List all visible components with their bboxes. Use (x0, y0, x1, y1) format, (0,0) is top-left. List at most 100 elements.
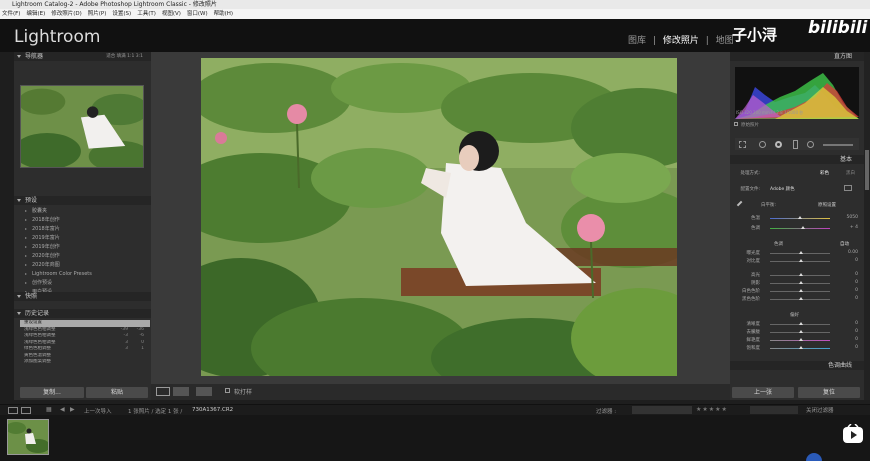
clarity-slider[interactable] (770, 330, 830, 333)
presets-list: 胶囊夹 2018年创作 2018年富片 2019年富片 2019年创作 2020年创作 20… (20, 207, 147, 297)
rating-filter-stars[interactable]: ★★★★★ (696, 406, 728, 413)
eyedropper-icon[interactable] (736, 200, 746, 210)
menu-item[interactable]: 工具(T) (137, 11, 156, 17)
contrast-value[interactable]: 0 (855, 258, 858, 263)
red-eye-icon[interactable] (775, 141, 782, 148)
history-step[interactable]: 添加图案调整 (20, 359, 150, 366)
saturation-slider[interactable] (770, 346, 830, 349)
exif-info: ISO 320 200 mm f / 2.8 1/1000 秒 (736, 110, 804, 115)
navigator-zoom-options[interactable]: 适合 填满 1:1 3:1 (106, 52, 143, 61)
before-after-split-icon[interactable] (196, 387, 212, 396)
tint-slider[interactable] (770, 226, 830, 229)
right-panel-scroll-thumb[interactable] (865, 150, 869, 190)
navigator-header[interactable]: 导航器 适合 填满 1:1 3:1 (14, 52, 151, 61)
history-step-label: 黄色色温调整 (24, 352, 51, 358)
wb-select[interactable]: 原照设置 (818, 202, 836, 208)
module-map[interactable]: 地图 (716, 36, 734, 46)
prev-arrow-icon[interactable]: ◀ (60, 406, 65, 413)
texture-value[interactable]: 0 (855, 321, 858, 326)
menu-item[interactable]: 照片(P) (88, 11, 107, 17)
screen-1-icon[interactable] (8, 407, 18, 414)
copy-button[interactable]: 复制... (20, 387, 84, 398)
loupe-view-icon[interactable] (156, 387, 170, 396)
history-header[interactable]: 历史记录 (14, 309, 151, 318)
module-library[interactable]: 图库 (628, 36, 646, 46)
menu-item[interactable]: 修改照片(D) (51, 11, 82, 17)
original-photo-checkbox[interactable] (734, 122, 738, 126)
before-after-icon[interactable] (173, 387, 189, 396)
right-panel-scrollbar[interactable] (864, 52, 870, 400)
tint-value[interactable]: + 4 (850, 225, 858, 230)
video-play-icon[interactable] (842, 423, 864, 444)
temp-slider[interactable] (770, 216, 830, 219)
spot-removal-icon[interactable] (759, 141, 766, 148)
history-step-label: 浅绿色色相调整 (24, 326, 56, 332)
saturation-value[interactable]: 0 (855, 345, 858, 350)
snapshots-header[interactable]: 快照 (14, 292, 151, 301)
temp-value[interactable]: 5050 (847, 215, 858, 220)
radial-filter-icon[interactable] (807, 141, 814, 148)
tone-auto-button[interactable]: 自动 (840, 241, 849, 247)
history-step-label: 浅绿色色相调整 (24, 333, 56, 338)
menu-item[interactable]: 文件(F) (2, 11, 20, 17)
preset-folder[interactable]: 创作预设 (20, 279, 147, 288)
snapshots-title: 快照 (25, 293, 38, 300)
preset-folder[interactable]: 2020年商图 (20, 261, 147, 270)
menu-item[interactable]: 帮助(H) (214, 11, 233, 17)
tone-curve-header[interactable]: 色调曲线 (730, 361, 864, 370)
blacks-slider[interactable] (770, 297, 830, 300)
preset-folder[interactable]: 胶囊夹 (20, 207, 147, 216)
menu-item[interactable]: 设置(S) (112, 11, 131, 17)
navigator-preview[interactable] (20, 85, 144, 168)
exposure-value[interactable]: 0.00 (848, 250, 858, 255)
shadows-value[interactable]: 0 (855, 280, 858, 285)
blacks-value[interactable]: 0 (855, 296, 858, 301)
source-label[interactable]: 上一次导入 (84, 407, 112, 415)
exposure-slider[interactable] (770, 251, 830, 254)
preset-folder[interactable]: 2019年创作 (20, 243, 147, 252)
contrast-slider[interactable] (770, 259, 830, 262)
preset-folder[interactable]: 2019年富片 (20, 234, 147, 243)
brush-icon[interactable] (823, 144, 853, 146)
screen-2-icon[interactable] (21, 407, 31, 414)
color-label-filter[interactable] (750, 406, 798, 414)
previous-button[interactable]: 上一张 (732, 387, 794, 398)
profile-browser-icon[interactable] (844, 185, 852, 191)
reset-button[interactable]: 复位 (798, 387, 860, 398)
paste-button[interactable]: 粘贴 (86, 387, 148, 398)
whites-value[interactable]: 0 (855, 288, 858, 293)
temp-label: 色温 (751, 216, 760, 221)
menu-item[interactable]: 窗口(W) (187, 11, 208, 17)
menu-item[interactable]: 编辑(E) (26, 11, 45, 17)
preset-folder[interactable]: 2020年创作 (20, 252, 147, 261)
main-photo[interactable] (201, 58, 677, 376)
vibrance-slider[interactable] (770, 338, 830, 341)
vibrance-value[interactable]: 0 (855, 337, 858, 342)
basic-header[interactable]: 基本 (730, 155, 864, 164)
menu-item[interactable]: 视图(V) (162, 11, 181, 17)
highlights-slider[interactable] (770, 273, 830, 276)
histogram-header[interactable]: 直方图 (730, 52, 864, 61)
highlights-value[interactable]: 0 (855, 272, 858, 277)
preset-folder[interactable]: 2018年富片 (20, 225, 147, 234)
flag-filter[interactable] (632, 406, 692, 414)
softproof-checkbox[interactable] (225, 388, 230, 393)
texture-slider[interactable] (770, 322, 830, 325)
profile-select[interactable]: Adobe 颜色 (770, 186, 795, 192)
whites-slider[interactable] (770, 289, 830, 292)
shadows-slider[interactable] (770, 281, 830, 284)
grid-icon[interactable]: ▦ (46, 406, 52, 413)
next-arrow-icon[interactable]: ▶ (70, 406, 75, 413)
preset-folder[interactable]: 2018年创作 (20, 216, 147, 225)
module-develop[interactable]: 修改照片 (663, 36, 699, 46)
filter-off-select[interactable]: 关闭过滤器 (806, 406, 834, 414)
treatment-color-option[interactable]: 彩色 (820, 170, 829, 176)
preset-folder[interactable]: Lightroom Color Presets (20, 270, 147, 279)
presets-header[interactable]: 预设 (14, 196, 151, 205)
file-name[interactable]: 730A1367.CR2 (192, 407, 233, 413)
treatment-bw-option[interactable]: 黑白 (846, 170, 855, 176)
crop-icon[interactable] (739, 141, 746, 148)
graduated-filter-icon[interactable] (793, 140, 798, 149)
filmstrip-thumbnail[interactable] (7, 419, 49, 455)
clarity-value[interactable]: 0 (855, 329, 858, 334)
